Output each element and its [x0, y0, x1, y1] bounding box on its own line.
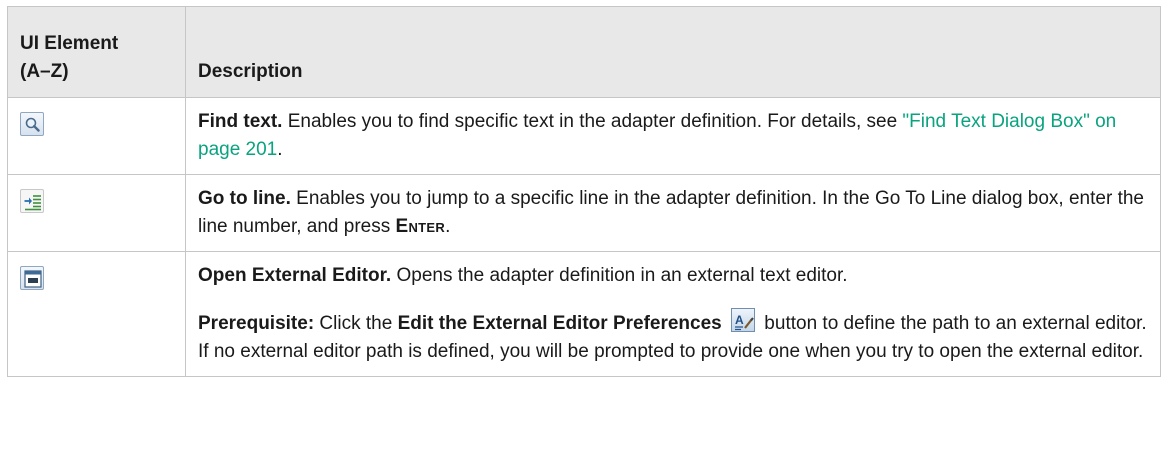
- table-row: Open External Editor. Opens the adapter …: [7, 251, 1161, 377]
- description-cell: Open External Editor. Opens the adapter …: [185, 251, 1161, 377]
- header-ui-element: UI Element (A–Z): [7, 6, 186, 98]
- row-text-end: .: [445, 216, 451, 237]
- header-ui-element-line2: (A–Z): [20, 61, 69, 82]
- table-row: Go to line. Enables you to jump to a spe…: [7, 174, 1161, 252]
- row-title: Open External Editor.: [198, 265, 392, 286]
- row-text: Enables you to find specific text in the…: [282, 111, 903, 132]
- prerequisite-label: Prerequisite:: [198, 313, 315, 334]
- edit-preferences-button-label: Edit the External Editor Preferences: [397, 313, 722, 334]
- row-title: Go to line.: [198, 188, 291, 209]
- table-row: Find text. Enables you to find specific …: [7, 97, 1161, 175]
- header-ui-element-line1: UI Element: [20, 33, 119, 54]
- row-paragraph: Open External Editor. Opens the adapter …: [198, 262, 1148, 290]
- table-header-row: UI Element (A–Z) Description: [7, 6, 1161, 98]
- icon-cell: [7, 97, 186, 175]
- row-text: Opens the adapter definition in an exter…: [391, 265, 848, 286]
- open-external-editor-icon[interactable]: [20, 266, 44, 290]
- ui-elements-table: UI Element (A–Z) Description Find text. …: [7, 6, 1161, 377]
- prerequisite-paragraph: Prerequisite: Click the Edit the Externa…: [198, 308, 1148, 366]
- icon-cell: [7, 251, 186, 377]
- prerequisite-text: Click the: [314, 313, 398, 334]
- row-text-end: .: [277, 139, 283, 160]
- edit-preferences-icon[interactable]: A: [731, 308, 756, 332]
- row-text: Enables you to jump to a specific line i…: [198, 188, 1144, 237]
- header-description: Description: [185, 6, 1161, 98]
- row-title: Find text.: [198, 111, 283, 132]
- description-cell: Find text. Enables you to find specific …: [185, 97, 1161, 175]
- find-text-icon[interactable]: [20, 112, 44, 136]
- svg-text:A: A: [735, 313, 744, 327]
- description-cell: Go to line. Enables you to jump to a spe…: [185, 174, 1161, 252]
- enter-key-label: Enter: [395, 216, 446, 237]
- icon-cell: [7, 174, 186, 252]
- go-to-line-icon[interactable]: [20, 189, 44, 213]
